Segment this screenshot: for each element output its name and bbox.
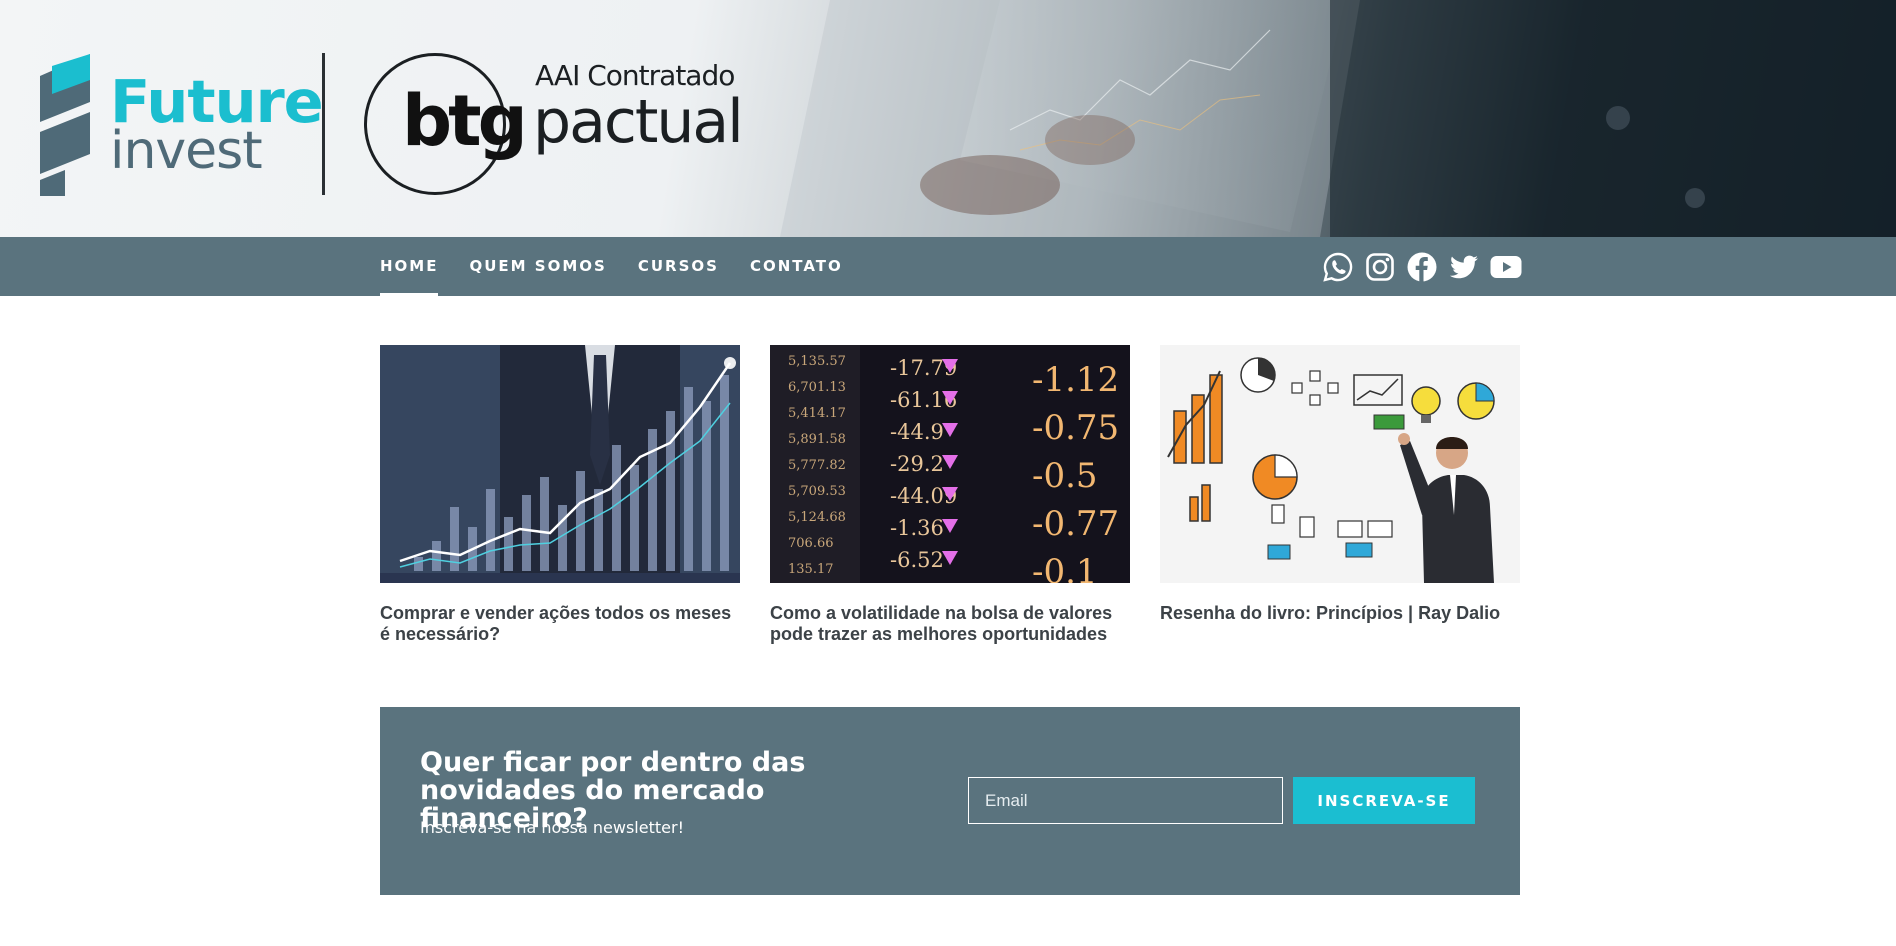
partner-tagline: AAI Contratado xyxy=(535,59,735,92)
ticker-value: 6,701.13 xyxy=(788,380,846,395)
twitter-icon[interactable] xyxy=(1448,251,1480,283)
ticker-value: 5,135.57 xyxy=(788,354,846,369)
ticker-value: 5,891.58 xyxy=(788,432,846,447)
nav-item-contato[interactable]: CONTATO xyxy=(750,237,843,296)
ticker-value: 706.66 xyxy=(788,536,834,551)
post-title[interactable]: Resenha do livro: Princípios | Ray Dalio xyxy=(1160,603,1520,624)
ticker-value: 5,709.53 xyxy=(788,484,846,499)
stock-ticker-image[interactable]: 5,135.57 6,701.13 5,414.17 5,891.58 5,777.82… xyxy=(770,345,1130,583)
rising-chart-image[interactable] xyxy=(380,345,740,583)
newsletter-email-input[interactable] xyxy=(968,777,1283,824)
ticker-value: -1.12 xyxy=(1032,360,1119,400)
instagram-icon[interactable] xyxy=(1364,251,1396,283)
post-card[interactable]: 5,135.57 6,701.13 5,414.17 5,891.58 5,777.82… xyxy=(770,345,1130,645)
ticker-value: -0.75 xyxy=(1032,408,1119,448)
ticker-value: -29.2 xyxy=(890,452,944,476)
whatsapp-icon[interactable] xyxy=(1322,251,1354,283)
nav-item-cursos[interactable]: CURSOS xyxy=(638,237,719,296)
ticker-value: -1.36 xyxy=(890,516,944,540)
youtube-icon[interactable] xyxy=(1490,251,1522,283)
header-banner: Future invest btg AAI Contratado pactual xyxy=(0,0,1896,237)
future-invest-logo[interactable]: Future invest xyxy=(110,72,324,177)
nav-links: HOME QUEM SOMOS CURSOS CONTATO xyxy=(380,237,874,296)
post-title[interactable]: Como a volatilidade na bolsa de valores … xyxy=(770,603,1130,645)
social-links xyxy=(1322,251,1522,283)
logo-divider xyxy=(322,53,325,195)
post-card[interactable]: Resenha do livro: Princípios | Ray Dalio xyxy=(1160,345,1520,645)
newsletter-subscribe-button[interactable]: INSCREVA-SE xyxy=(1293,777,1475,824)
ticker-value: 5,414.17 xyxy=(788,406,846,421)
btg-logo-wordmark: btg xyxy=(402,80,528,162)
post-card[interactable]: Comprar e vender ações todos os meses é … xyxy=(380,345,740,645)
ticker-value: 5,777.82 xyxy=(788,458,846,473)
ticker-value: 135.17 xyxy=(788,562,834,577)
post-title[interactable]: Comprar e vender ações todos os meses é … xyxy=(380,603,740,645)
ticker-value: -44.9 xyxy=(890,420,944,444)
ticker-value: -0.5 xyxy=(1032,456,1098,496)
nav-item-home[interactable]: HOME xyxy=(380,237,439,296)
facebook-icon[interactable] xyxy=(1406,251,1438,283)
newsletter-subheading: Inscreva-se na nossa newsletter! xyxy=(420,818,684,837)
ticker-value: -6.52 xyxy=(890,548,944,572)
partner-name: pactual xyxy=(533,87,744,157)
main-nav: HOME QUEM SOMOS CURSOS CONTATO xyxy=(0,237,1896,296)
newsletter-section: Quer ficar por dentro das novidades do m… xyxy=(380,707,1520,895)
blog-post-grid: Comprar e vender ações todos os meses é … xyxy=(380,345,1521,645)
nav-item-quem-somos[interactable]: QUEM SOMOS xyxy=(469,237,606,296)
ticker-value: 5,124.68 xyxy=(788,510,846,525)
ticker-value: -0.1 xyxy=(1032,552,1098,583)
ticker-value: -0.77 xyxy=(1032,504,1119,544)
business-doodles-image[interactable] xyxy=(1160,345,1520,583)
